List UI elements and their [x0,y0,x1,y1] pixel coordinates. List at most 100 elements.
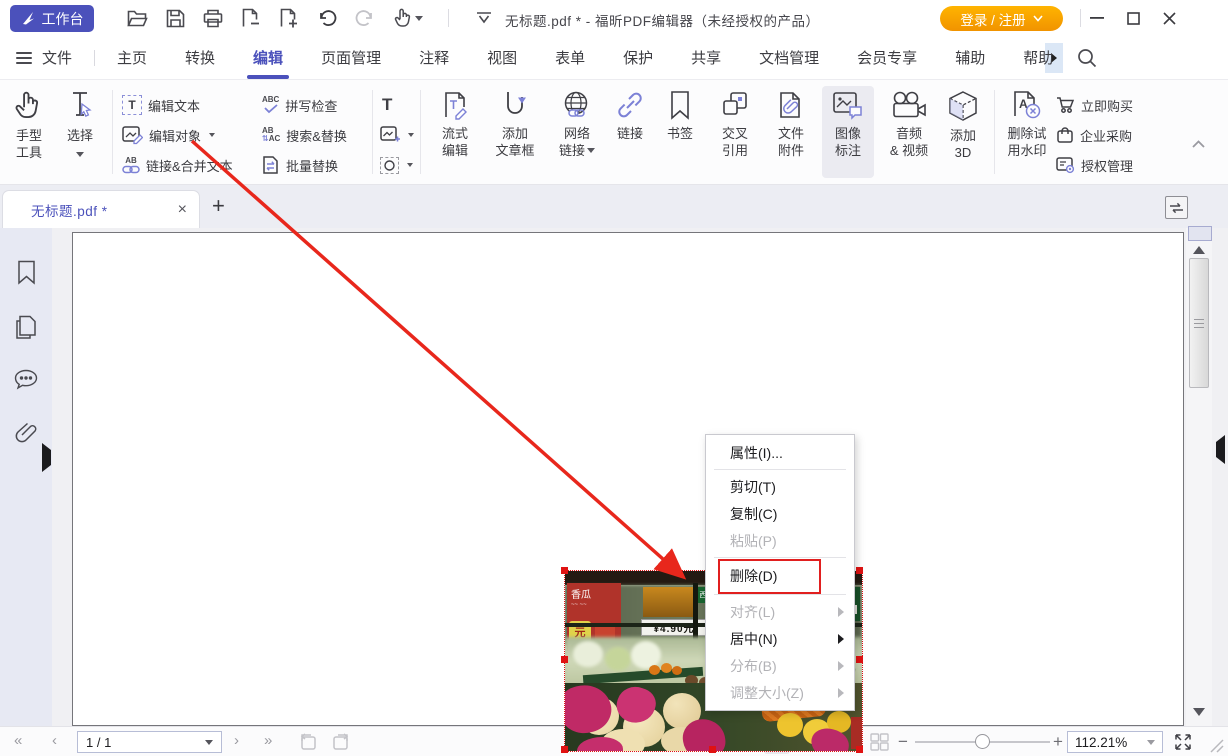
zoom-in-button[interactable]: + [1053,732,1063,752]
web-link-button[interactable]: 网络 链接 [550,86,604,159]
first-page-button[interactable]: « [14,732,22,749]
open-file-icon[interactable] [126,7,148,29]
enterprise-purchase-button[interactable]: 企业采购 [1056,122,1132,148]
menu-convert[interactable]: 转换 [183,47,217,68]
collapse-toolbar-icon[interactable] [473,7,495,29]
add-shape-tool-button[interactable] [380,152,413,178]
scrollbar-thumb[interactable] [1189,258,1209,388]
selection-handle-bottom-mid[interactable] [709,746,716,753]
ribbon-collapse-icon[interactable] [1192,140,1205,148]
menu-protect[interactable]: 保护 [621,47,655,68]
search-replace-button[interactable]: AB ⇅AC 搜索&替换 [262,122,347,148]
redo-icon[interactable] [354,7,376,29]
hand-pointer-tool-icon[interactable] [392,7,424,29]
cross-reference-button[interactable]: 交叉 引用 [710,86,760,159]
resize-grip[interactable] [1208,737,1224,753]
vertical-scrollbar[interactable] [1186,226,1212,726]
menu-item-cut[interactable]: 剪切(T) [706,473,854,500]
previous-view-icon[interactable] [298,733,317,750]
menu-page-manage[interactable]: 页面管理 [319,47,383,68]
bookmark-button[interactable]: 书签 [658,86,702,142]
menu-item-center[interactable]: 居中(N) [706,625,854,652]
next-view-icon[interactable] [332,733,351,750]
menu-item-properties[interactable]: 属性(I)... [706,439,854,466]
menu-share[interactable]: 共享 [689,47,723,68]
menu-item-copy[interactable]: 复制(C) [706,500,854,527]
license-manage-button[interactable]: 授权管理 [1056,152,1133,178]
workspace-button[interactable]: 工作台 [10,5,94,32]
add-article-box-button[interactable]: 添加 文章框 [486,86,544,159]
next-page-button[interactable]: › [234,732,239,749]
audio-video-button[interactable]: 音频 & 视频 [880,86,938,159]
menu-form[interactable]: 表单 [553,47,587,68]
comments-panel-icon[interactable] [14,369,38,391]
zoom-dropdown-icon[interactable] [1147,739,1155,745]
menu-item-distribute-disabled: 分布(B) [706,652,854,679]
link-merge-text-button[interactable]: AB 链接&合并文本 [122,152,233,178]
sidebar-expand-icon[interactable] [42,443,51,472]
bookmarks-panel-icon[interactable] [17,260,36,285]
file-attachment-button[interactable]: 文件 附件 [766,86,816,159]
navigation-sidebar [0,228,52,726]
link-button[interactable]: 链接 [608,86,652,142]
menu-help[interactable]: 帮助 [1021,47,1055,68]
menu-assist[interactable]: 辅助 [953,47,987,68]
flow-edit-button[interactable]: 流式 编辑 [430,86,480,159]
print-icon[interactable] [202,7,224,29]
maximize-button[interactable] [1118,6,1148,30]
menu-edit-active[interactable]: 编辑 [251,47,285,68]
menu-comment[interactable]: 注释 [417,47,451,68]
selection-handle-bottom-left[interactable] [561,746,568,753]
pages-panel-icon[interactable] [15,315,37,339]
menu-home[interactable]: 主页 [115,47,149,68]
attachments-panel-icon[interactable] [15,421,37,445]
selection-handle-mid-left[interactable] [561,656,568,663]
page-number-input[interactable]: 1 / 1 [77,731,222,753]
last-page-button[interactable]: » [264,732,272,749]
document-tab[interactable]: 无标题.pdf * × [2,190,200,228]
menu-member[interactable]: 会员专享 [855,47,919,68]
close-button[interactable] [1154,6,1184,30]
buy-now-button[interactable]: 立即购买 [1056,92,1133,118]
zoom-out-button[interactable]: − [898,732,908,752]
login-register-button[interactable]: 登录 / 注册 [940,6,1063,31]
prev-page-button[interactable]: ‹ [52,732,57,749]
menu-file[interactable]: 文件 [40,47,74,68]
zoom-slider-knob[interactable] [975,734,990,749]
selection-handle-mid-right[interactable] [856,656,863,663]
tab-close-icon[interactable]: × [178,201,187,219]
fullscreen-icon[interactable] [1174,733,1192,751]
hand-tool-button[interactable]: 手型 工具 [8,86,50,161]
minimize-button[interactable] [1082,6,1112,30]
search-icon[interactable] [1077,48,1097,68]
scroll-down-icon[interactable] [1193,708,1205,716]
menu-view[interactable]: 视图 [485,47,519,68]
scroll-up-icon[interactable] [1193,246,1205,254]
edit-text-button[interactable]: T 编辑文本 [122,92,200,118]
add-text-tool-button[interactable]: T [382,92,392,118]
insert-page-icon[interactable] [278,7,300,29]
zoom-level-input[interactable]: 112.21% [1067,731,1163,753]
spell-check-button[interactable]: ABC 拼写检查 [262,92,337,118]
image-annotation-button-active[interactable]: 图像 标注 [822,86,874,178]
selection-handle-top-left[interactable] [561,567,568,574]
switch-document-icon[interactable] [1165,196,1188,219]
selection-handle-bottom-right[interactable] [856,746,863,753]
select-tool-button[interactable]: 选择 [58,86,102,161]
export-page-icon[interactable] [240,7,262,29]
selection-handle-top-right[interactable] [856,567,863,574]
page-dropdown-icon[interactable] [205,739,213,745]
edit-object-button[interactable]: 编辑对象 [122,122,216,148]
new-tab-button[interactable]: + [212,195,225,217]
hamburger-menu-icon[interactable] [16,51,32,64]
undo-icon[interactable] [316,7,338,29]
save-icon[interactable] [164,7,186,29]
add-image-tool-button[interactable] [380,122,414,148]
add-3d-button[interactable]: 添加 3D [940,86,986,161]
batch-replace-button[interactable]: 批量替换 [262,152,338,178]
menu-doc-manage[interactable]: 文档管理 [757,47,821,68]
quad-page-view-icon[interactable] [866,730,892,754]
right-panel-expand-icon[interactable] [1216,435,1225,464]
edit-text-icon: T [122,95,142,115]
remove-trial-watermark-button[interactable]: A 删除试 用水印 [1000,86,1054,159]
